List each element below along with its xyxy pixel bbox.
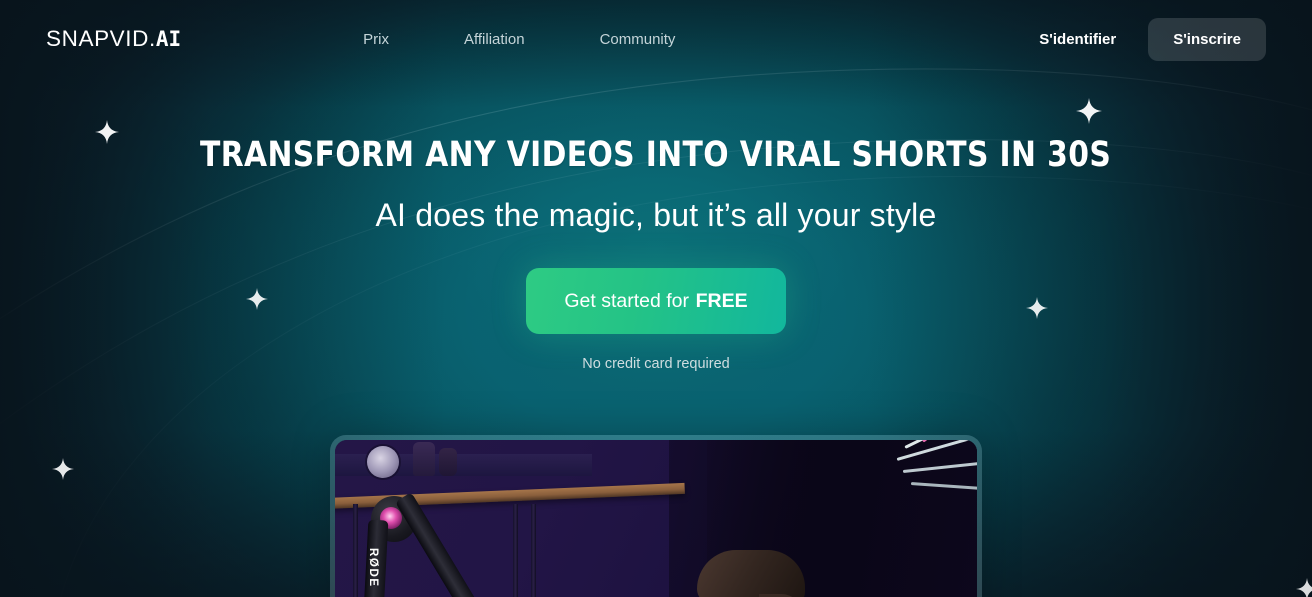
signup-button[interactable]: S'inscrire bbox=[1148, 17, 1266, 61]
nav-item-prix[interactable]: Prix bbox=[363, 31, 389, 48]
auth-actions: S'identifier S'inscrire bbox=[1039, 17, 1266, 61]
cta-label: Get started for bbox=[564, 289, 689, 312]
cta-label-strong: FREE bbox=[695, 289, 748, 312]
site-header: SNAPVID.AI Prix Affiliation Community S'… bbox=[0, 0, 1312, 78]
brand-logo[interactable]: SNAPVID.AI bbox=[46, 26, 181, 52]
get-started-button[interactable]: Get started for FREE bbox=[526, 268, 786, 334]
brand-logo-accent: AI bbox=[155, 27, 182, 51]
hero-subheadline: AI does the magic, but it’s all your sty… bbox=[375, 197, 937, 233]
nav-item-affiliation[interactable]: Affiliation bbox=[464, 31, 525, 48]
signin-link[interactable]: S'identifier bbox=[1039, 31, 1116, 48]
brand-logo-main: SNAPVID. bbox=[46, 26, 156, 51]
hero-section: TRANSFORM ANY VIDEOS INTO VIRAL SHORTS I… bbox=[0, 78, 1312, 597]
hero-headline: TRANSFORM ANY VIDEOS INTO VIRAL SHORTS I… bbox=[200, 135, 1112, 175]
nav-item-community[interactable]: Community bbox=[600, 31, 676, 48]
main-navigation: Prix Affiliation Community bbox=[363, 31, 675, 48]
cta-note: No credit card required bbox=[582, 356, 730, 372]
